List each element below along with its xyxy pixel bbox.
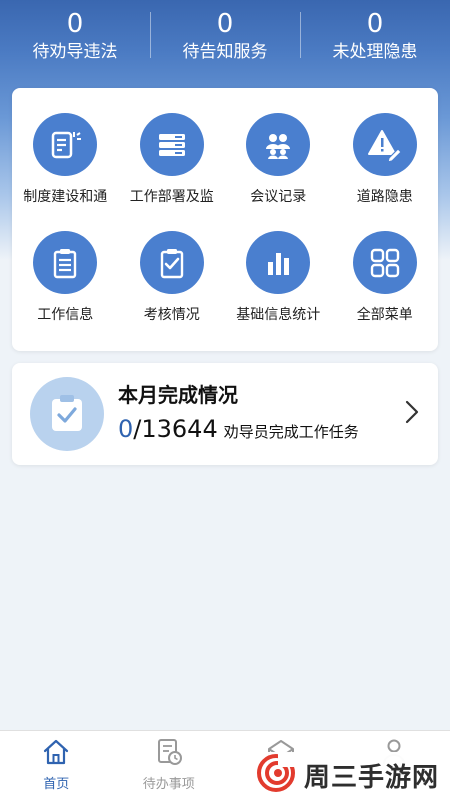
menu-item-label: 会议记录 xyxy=(228,186,328,206)
stat-value: 0 xyxy=(0,10,150,38)
todo-clock-icon xyxy=(154,737,184,771)
tab-label: 首页 xyxy=(43,773,69,792)
task-title: 本月完成情况 xyxy=(118,379,238,408)
menu-item-road-hazards[interactable]: 道路隐患 xyxy=(332,88,439,206)
menu-item-label: 道路隐患 xyxy=(335,186,435,206)
bar-chart-icon xyxy=(246,231,310,294)
task-done-count: 0 xyxy=(118,415,133,443)
warning-edit-icon xyxy=(353,113,417,176)
task-total-count: /13644 xyxy=(133,415,217,443)
task-check-icon xyxy=(30,377,104,451)
meeting-people-icon xyxy=(246,113,310,176)
tab-label: 待办事项 xyxy=(143,773,195,792)
task-description: 劝导员完成工作任务 xyxy=(224,423,359,441)
menu-item-assessment[interactable]: 考核情况 xyxy=(119,206,226,324)
clipboard-list-icon xyxy=(33,231,97,294)
grid-menu-icon xyxy=(353,231,417,294)
watermark: 周三手游网 xyxy=(252,752,448,798)
task-progress: 0/13644 劝导员完成工作任务 xyxy=(118,415,359,443)
stat-label: 待劝导违法 xyxy=(0,41,150,63)
home-icon xyxy=(41,737,71,771)
stat-value: 0 xyxy=(300,10,450,38)
menu-item-label: 基础信息统计 xyxy=(228,304,328,324)
stat-pending-notices[interactable]: 0 待告知服务 xyxy=(150,0,300,78)
stat-unhandled-hazards[interactable]: 0 未处理隐患 xyxy=(300,0,450,78)
tab-home[interactable]: 首页 xyxy=(0,731,113,801)
menu-item-work-deployment[interactable]: 工作部署及监 xyxy=(119,88,226,206)
menu-item-all-menus[interactable]: 全部菜单 xyxy=(332,206,439,324)
stat-pending-violations[interactable]: 0 待劝导违法 xyxy=(0,0,150,78)
menu-item-label: 工作部署及监 xyxy=(122,186,222,206)
menu-item-label: 考核情况 xyxy=(122,304,222,324)
menu-item-meeting-records[interactable]: 会议记录 xyxy=(225,88,332,206)
watermark-text: 周三手游网 xyxy=(304,757,439,794)
stat-label: 待告知服务 xyxy=(150,41,300,63)
menu-item-label: 全部菜单 xyxy=(335,304,435,324)
stats-bar: 0 待劝导违法 0 待告知服务 0 未处理隐患 xyxy=(0,0,450,78)
monthly-completion-card[interactable]: 本月完成情况 0/13644 劝导员完成工作任务 xyxy=(12,363,438,465)
menu-item-basic-stats[interactable]: 基础信息统计 xyxy=(225,206,332,324)
menu-item-system-building[interactable]: 制度建设和通 xyxy=(12,88,119,206)
stat-value: 0 xyxy=(150,10,300,38)
tab-todo[interactable]: 待办事项 xyxy=(113,731,226,801)
chevron-right-icon[interactable] xyxy=(404,398,420,430)
document-edit-icon xyxy=(33,113,97,176)
watermark-logo-icon xyxy=(256,753,296,797)
menu-item-work-info[interactable]: 工作信息 xyxy=(12,206,119,324)
menu-card: 制度建设和通 工作部署及监 xyxy=(12,88,438,351)
clipboard-check-icon xyxy=(140,231,204,294)
menu-item-label: 工作信息 xyxy=(15,304,115,324)
server-stack-icon xyxy=(140,113,204,176)
stat-label: 未处理隐患 xyxy=(300,41,450,63)
menu-item-label: 制度建设和通 xyxy=(15,186,115,206)
menu-grid: 制度建设和通 工作部署及监 xyxy=(12,88,438,324)
